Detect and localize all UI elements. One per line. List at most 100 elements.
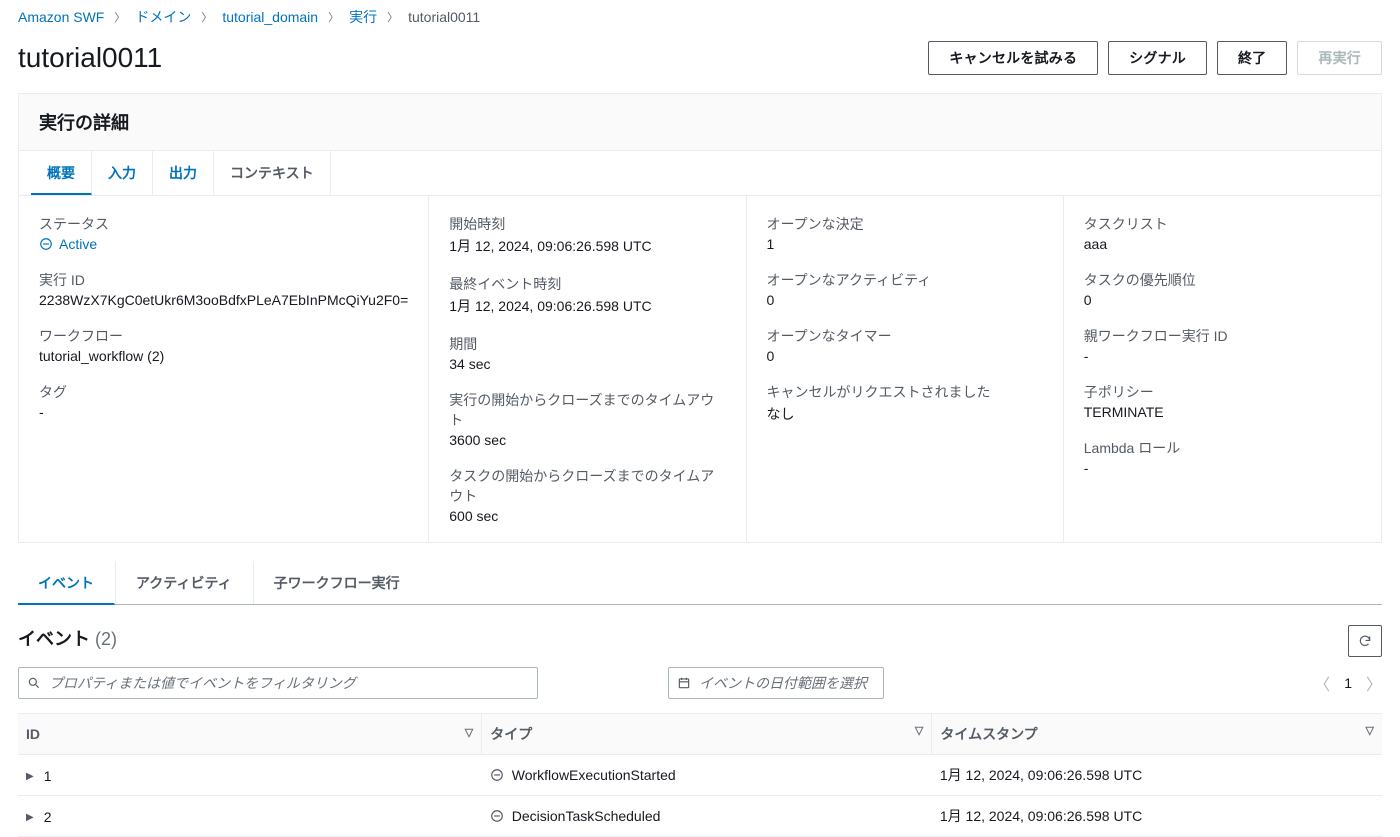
chevron-right-icon: 〉 bbox=[112, 9, 127, 25]
task-priority-value: 0 bbox=[1084, 292, 1361, 308]
cancel-requested-label: キャンセルがリクエストされました bbox=[767, 382, 1043, 402]
events-table: ID ▽ タイプ ▽ タイムスタンプ ▽ ▶ 1 WorkflowExecutionSt… bbox=[18, 713, 1382, 837]
search-icon bbox=[27, 676, 41, 690]
col-id[interactable]: ID bbox=[26, 726, 40, 742]
breadcrumb-link-domain[interactable]: tutorial_domain bbox=[222, 9, 318, 25]
events-title-text: イベント bbox=[18, 629, 90, 649]
cancel-requested-value: なし bbox=[767, 404, 1043, 424]
start-time-value: 1月 12, 2024, 09:06:26.598 UTC bbox=[449, 236, 725, 256]
tasklist-label: タスクリスト bbox=[1084, 214, 1361, 234]
events-filter-input[interactable]: プロパティまたは値でイベントをフィルタリング bbox=[18, 667, 538, 699]
tab-overview[interactable]: 概要 bbox=[31, 151, 92, 195]
event-timestamp: 1月 12, 2024, 09:06:26.598 UTC bbox=[932, 796, 1382, 837]
triangle-right-icon: ▶ bbox=[26, 812, 34, 823]
col-timestamp[interactable]: タイムスタンプ bbox=[940, 726, 1037, 742]
search-placeholder: プロパティまたは値でイベントをフィルタリング bbox=[49, 673, 356, 693]
table-row[interactable]: ▶ 1 WorkflowExecutionStarted 1月 12, 2024, … bbox=[18, 755, 1382, 796]
task-timeout-label: タスクの開始からクローズまでのタイムアウト bbox=[449, 466, 725, 506]
sort-icon[interactable]: ▽ bbox=[915, 724, 923, 737]
date-placeholder: イベントの日付範囲を選択 bbox=[699, 673, 867, 693]
event-id: 2 bbox=[44, 809, 52, 825]
task-priority-label: タスクの優先順位 bbox=[1084, 270, 1361, 290]
duration-value: 34 sec bbox=[449, 356, 725, 372]
open-timers-label: オープンなタイマー bbox=[767, 326, 1043, 346]
workflow-link[interactable]: tutorial_workflow (2) bbox=[39, 348, 164, 364]
open-decisions-value: 1 bbox=[767, 236, 1043, 252]
calendar-icon bbox=[677, 676, 691, 690]
exec-id-value: 2238WzX7KgC0etUkr6M3ooBdfxPLeA7EbInPMcQi… bbox=[39, 292, 408, 308]
row-expand-toggle[interactable]: ▶ 2 bbox=[26, 809, 52, 825]
chevron-right-icon: 〉 bbox=[385, 9, 400, 25]
tags-label: タグ bbox=[39, 382, 408, 402]
event-id: 1 bbox=[44, 768, 52, 784]
sub-tabs: イベント アクティビティ 子ワークフロー実行 bbox=[18, 561, 1382, 605]
row-expand-toggle[interactable]: ▶ 1 bbox=[26, 768, 52, 784]
status-value: Active bbox=[59, 236, 97, 252]
subtab-activities[interactable]: アクティビティ bbox=[115, 561, 253, 604]
tab-context[interactable]: コンテキスト bbox=[214, 151, 331, 195]
refresh-icon bbox=[1358, 634, 1372, 648]
pager-next-button: 〉 bbox=[1366, 671, 1382, 695]
terminate-button[interactable]: 終了 bbox=[1217, 41, 1287, 75]
event-type: WorkflowExecutionStarted bbox=[512, 767, 676, 783]
parent-wf-label: 親ワークフロー実行 ID bbox=[1084, 326, 1361, 346]
event-timestamp: 1月 12, 2024, 09:06:26.598 UTC bbox=[932, 755, 1382, 796]
try-cancel-button[interactable]: キャンセルを試みる bbox=[928, 41, 1098, 75]
event-type: DecisionTaskScheduled bbox=[512, 808, 661, 824]
exec-timeout-label: 実行の開始からクローズまでのタイムアウト bbox=[449, 390, 725, 430]
refresh-button[interactable] bbox=[1348, 625, 1382, 657]
exec-timeout-value: 3600 sec bbox=[449, 432, 725, 448]
events-count: (2) bbox=[95, 629, 117, 649]
subtab-events[interactable]: イベント bbox=[18, 561, 115, 605]
status-label: ステータス bbox=[39, 214, 408, 234]
triangle-right-icon: ▶ bbox=[26, 771, 34, 782]
sort-icon[interactable]: ▽ bbox=[1366, 724, 1374, 737]
subtab-child-workflows[interactable]: 子ワークフロー実行 bbox=[253, 561, 421, 604]
tab-output[interactable]: 出力 bbox=[153, 151, 214, 195]
lambda-role-value: - bbox=[1084, 460, 1361, 476]
open-activities-value: 0 bbox=[767, 292, 1043, 308]
exec-id-label: 実行 ID bbox=[39, 270, 408, 290]
action-buttons: キャンセルを試みる シグナル 終了 再実行 bbox=[928, 41, 1382, 75]
chevron-right-icon: 〉 bbox=[326, 9, 341, 25]
open-timers-value: 0 bbox=[767, 348, 1043, 364]
event-type-icon bbox=[490, 768, 504, 782]
sort-icon[interactable]: ▽ bbox=[465, 726, 473, 739]
breadcrumb: Amazon SWF 〉 ドメイン 〉 tutorial_domain 〉 実行… bbox=[0, 0, 1400, 31]
execution-details-panel: 実行の詳細 概要 入力 出力 コンテキスト ステータス Active 実行 ID… bbox=[18, 93, 1382, 543]
tags-value: - bbox=[39, 404, 408, 420]
child-policy-value: TERMINATE bbox=[1084, 404, 1361, 420]
task-timeout-value: 600 sec bbox=[449, 508, 725, 524]
signal-button[interactable]: シグナル bbox=[1108, 41, 1207, 75]
panel-heading: 実行の詳細 bbox=[19, 94, 1381, 151]
pager-prev-button: 〈 bbox=[1314, 671, 1330, 695]
open-activities-label: オープンなアクティビティ bbox=[767, 270, 1043, 290]
event-type-icon bbox=[490, 809, 504, 823]
last-event-value: 1月 12, 2024, 09:06:26.598 UTC bbox=[449, 296, 725, 316]
open-decisions-label: オープンな決定 bbox=[767, 214, 1043, 234]
table-row[interactable]: ▶ 2 DecisionTaskScheduled 1月 12, 2024, 09:… bbox=[18, 796, 1382, 837]
last-event-label: 最終イベント時刻 bbox=[449, 274, 725, 294]
rerun-button: 再実行 bbox=[1297, 41, 1382, 75]
page-title: tutorial0011 bbox=[18, 42, 162, 74]
events-panel: イベント (2) プロパティまたは値でイベントをフィルタリング イベントの日付範… bbox=[18, 607, 1382, 837]
start-time-label: 開始時刻 bbox=[449, 214, 725, 234]
pager-page: 1 bbox=[1344, 675, 1352, 691]
child-policy-label: 子ポリシー bbox=[1084, 382, 1361, 402]
events-title: イベント (2) bbox=[18, 625, 117, 651]
chevron-right-icon: 〉 bbox=[199, 9, 214, 25]
tab-input[interactable]: 入力 bbox=[92, 151, 153, 195]
duration-label: 期間 bbox=[449, 334, 725, 354]
col-type[interactable]: タイプ bbox=[490, 726, 532, 742]
workflow-label: ワークフロー bbox=[39, 326, 408, 346]
breadcrumb-link-domains[interactable]: ドメイン bbox=[135, 7, 191, 27]
status-active-icon bbox=[39, 237, 53, 251]
pager: 〈 1 〉 bbox=[1314, 671, 1382, 695]
breadcrumb-link-executions[interactable]: 実行 bbox=[349, 7, 377, 27]
breadcrumb-current: tutorial0011 bbox=[408, 9, 480, 25]
breadcrumb-link-swf[interactable]: Amazon SWF bbox=[18, 9, 104, 25]
tasklist-value: aaa bbox=[1084, 236, 1361, 252]
events-date-range-input[interactable]: イベントの日付範囲を選択 bbox=[668, 667, 884, 699]
parent-wf-value: - bbox=[1084, 348, 1361, 364]
lambda-role-label: Lambda ロール bbox=[1084, 438, 1361, 458]
